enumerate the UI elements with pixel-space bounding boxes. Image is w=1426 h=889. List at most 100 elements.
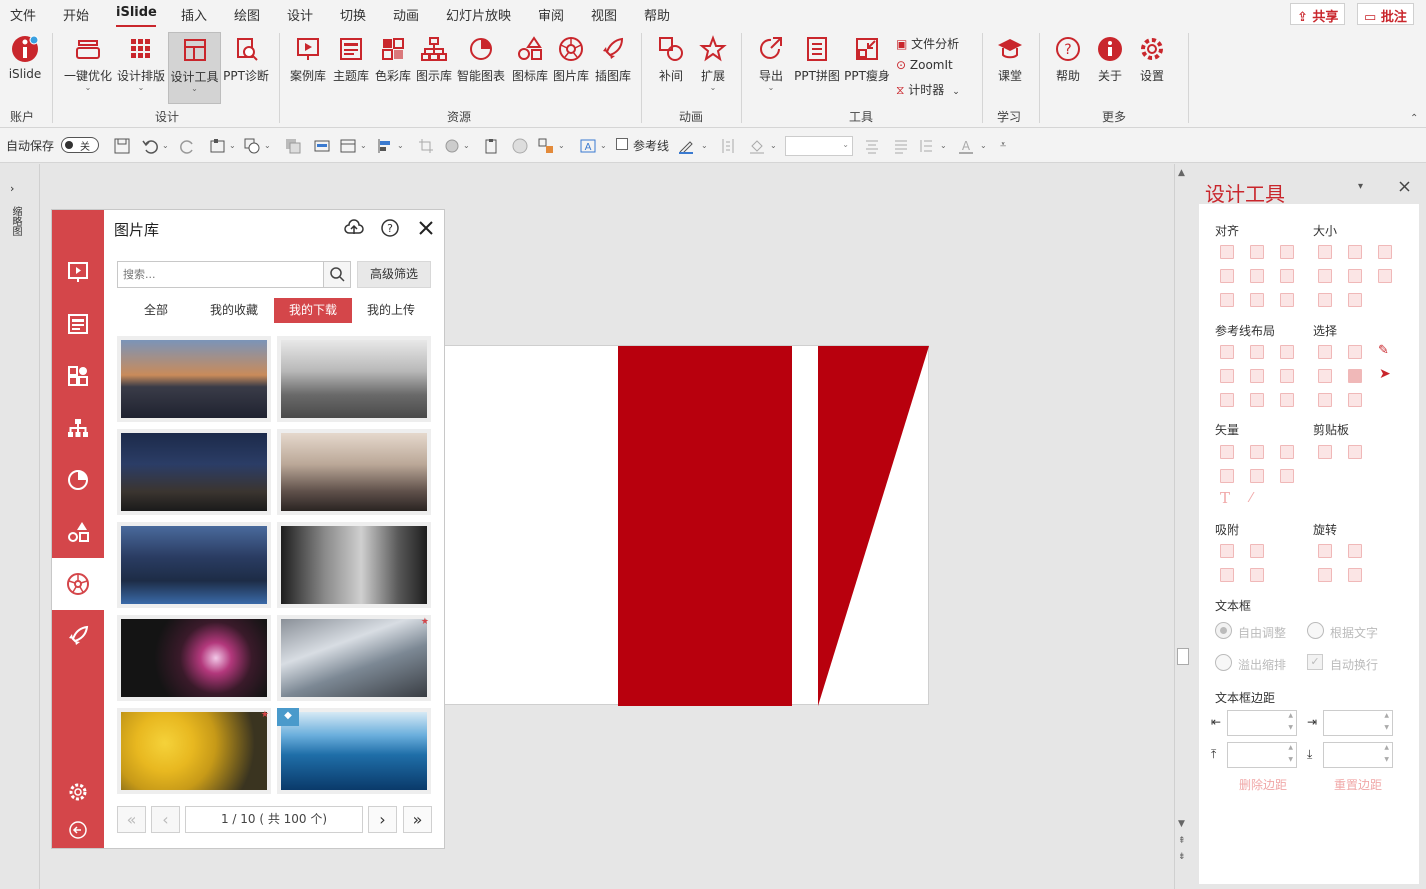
distribute-vertical-icon[interactable] (1250, 293, 1264, 307)
palette-icon[interactable] (66, 364, 90, 388)
chevron-down-icon[interactable]: ⌄ (600, 141, 607, 150)
subtract-icon[interactable] (1250, 469, 1264, 483)
upload-cloud-icon[interactable] (344, 219, 364, 237)
menu-islide[interactable]: iSlide (116, 5, 157, 20)
select-same-icon[interactable] (1348, 345, 1362, 359)
autosave-toggle[interactable]: 关 (61, 137, 99, 153)
red-triangle[interactable] (818, 346, 929, 706)
rocket-icon[interactable] (66, 624, 90, 648)
image-thumbnail[interactable]: ◆ (277, 708, 431, 794)
export-button[interactable]: 导出 ⌄ (753, 35, 789, 92)
match-left-icon[interactable] (1318, 293, 1332, 307)
image-thumbnail[interactable] (117, 336, 271, 422)
intersect-icon[interactable] (1220, 469, 1234, 483)
ppt-diagnose-button[interactable]: PPT诊断 (222, 35, 270, 84)
edit-points-icon[interactable] (1280, 469, 1294, 483)
menu-slideshow[interactable]: 幻灯片放映 (446, 5, 511, 24)
snap-left-icon[interactable] (1250, 568, 1264, 582)
chevron-down-icon[interactable]: ⌄ (770, 141, 777, 150)
redo-icon[interactable] (180, 138, 196, 154)
text-box-icon[interactable]: A (580, 138, 596, 154)
new-slide-icon[interactable] (210, 138, 226, 154)
image-thumbnail[interactable]: ★ (117, 708, 271, 794)
next-slide-icon[interactable]: ⇟ (1178, 852, 1186, 862)
chevron-down-icon[interactable]: ⌄ (162, 141, 169, 150)
help-button[interactable]: ? 帮助 (1052, 35, 1084, 84)
theme-library-button[interactable]: 主题库 (331, 35, 371, 84)
stepper-up-icon[interactable]: ▲ (1288, 712, 1293, 719)
snap-right-icon[interactable] (1250, 544, 1264, 558)
align-justify-icon[interactable] (893, 138, 909, 154)
share-button[interactable]: ⇪ 共享 (1290, 3, 1346, 25)
same-width-icon[interactable] (1318, 245, 1332, 259)
group-icon[interactable] (538, 138, 554, 154)
chevron-down-icon[interactable]: ⌄ (360, 141, 367, 150)
help-icon[interactable]: ? (381, 219, 399, 237)
collapse-ribbon-icon[interactable]: ⌃ (1410, 113, 1418, 124)
guide-fill-width-icon[interactable] (1220, 393, 1234, 407)
color-picker-icon[interactable] (512, 138, 528, 154)
flip-vertical-icon[interactable] (1348, 568, 1362, 582)
ppt-collage-button[interactable]: PPT拼图 (793, 35, 841, 84)
menu-draw[interactable]: 绘图 (234, 5, 260, 24)
snap-bottom-icon[interactable] (1220, 568, 1234, 582)
menu-file[interactable]: 文件 (10, 5, 36, 24)
paragraph-spacing-icon[interactable] (918, 138, 934, 154)
gear-icon[interactable] (68, 782, 88, 802)
color-library-button[interactable]: 色彩库 (373, 35, 413, 84)
margin-left-input[interactable]: ▲ ▼ (1227, 710, 1297, 736)
pen-icon[interactable] (678, 138, 694, 154)
one-click-optimize-button[interactable]: 一键优化 ⌄ (63, 35, 113, 92)
same-size-icon[interactable] (1378, 245, 1392, 259)
last-page-button[interactable]: » (403, 806, 432, 833)
guide-bottom-icon[interactable] (1280, 369, 1294, 383)
text-to-vector-icon[interactable]: T (1220, 489, 1230, 507)
next-page-button[interactable]: › (368, 806, 397, 833)
align-center-icon[interactable] (864, 138, 880, 154)
pie-chart-icon[interactable] (66, 468, 90, 492)
aperture-icon[interactable] (66, 572, 90, 596)
image-thumbnail[interactable]: ★ (277, 615, 431, 701)
slide-scrollbar[interactable]: ▲ ▼ ⇞ ⇟ (1174, 164, 1191, 889)
chevron-down-icon[interactable]: ⌄ (558, 141, 565, 150)
presentation-icon[interactable] (66, 260, 90, 284)
cursor-icon[interactable]: ➤ (1379, 366, 1391, 382)
magic-wand-icon[interactable]: ✎ (1378, 343, 1389, 358)
chevron-down-icon[interactable]: ⌄ (980, 141, 987, 150)
align-left-icon[interactable] (377, 138, 393, 154)
tab-uploads[interactable]: 我的上传 (352, 298, 430, 323)
union-icon[interactable] (1220, 445, 1234, 459)
fragment-icon[interactable] (1280, 445, 1294, 459)
guide-right-icon[interactable] (1280, 345, 1294, 359)
fill-color-icon[interactable] (749, 138, 765, 154)
rotate-left-icon[interactable] (1318, 544, 1332, 558)
width-fit-icon[interactable] (1318, 269, 1332, 283)
image-thumbnail[interactable] (277, 522, 431, 608)
guides-checkbox[interactable] (616, 138, 628, 150)
comment-button[interactable]: ▭ 批注 (1357, 3, 1414, 25)
image-thumbnail[interactable] (277, 429, 431, 515)
ppt-slim-button[interactable]: PPT瘦身 (843, 35, 891, 84)
select-overlap-icon[interactable] (1348, 393, 1362, 407)
image-thumbnail[interactable] (117, 615, 271, 701)
align-right-icon[interactable] (1280, 245, 1294, 259)
stepper-up-icon[interactable]: ▲ (1384, 744, 1389, 751)
rotate-right-icon[interactable] (1348, 544, 1362, 558)
combine-icon[interactable] (1250, 445, 1264, 459)
font-color-icon[interactable]: A (958, 138, 974, 154)
about-button[interactable]: 关于 (1094, 35, 1126, 84)
guide-center-icon[interactable] (1250, 345, 1264, 359)
expand-thumbnails-icon[interactable]: › (10, 182, 14, 195)
textbox-icon[interactable] (314, 138, 330, 154)
back-arrow-icon[interactable] (68, 820, 88, 840)
radio-fit-text[interactable] (1307, 622, 1324, 639)
margin-right-input[interactable]: ▲ ▼ (1323, 710, 1393, 736)
paste-icon[interactable] (1348, 445, 1362, 459)
hierarchy-icon[interactable] (66, 416, 90, 440)
scroll-down-icon[interactable]: ▼ (1178, 819, 1185, 829)
tween-button[interactable]: 补间 (652, 35, 690, 84)
chevron-down-icon[interactable]: ⌄ (229, 141, 236, 150)
illustration-library-button[interactable]: 插图库 (593, 35, 633, 84)
design-tools-button[interactable]: 设计工具 ⌄ (168, 32, 221, 104)
shape-style-icon[interactable] (444, 138, 460, 154)
